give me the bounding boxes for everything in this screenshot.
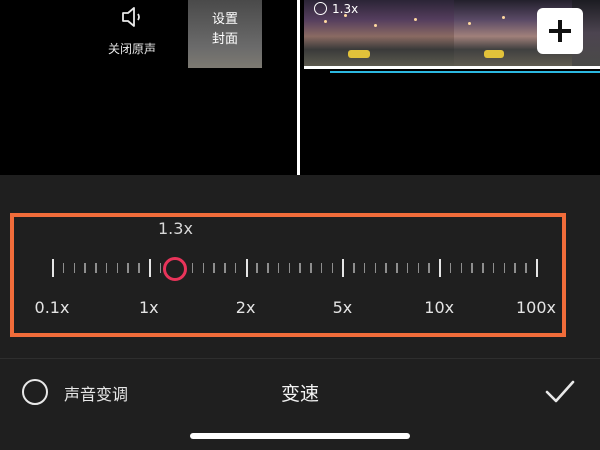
cover-label: 设置 封面 xyxy=(188,10,262,50)
slider-minor-tick xyxy=(73,263,75,273)
clip-speed-text: 1.3x xyxy=(332,2,359,16)
slider-minor-tick xyxy=(374,263,377,273)
mute-label: 关闭原声 xyxy=(107,42,156,56)
slider-minor-tick xyxy=(62,263,65,273)
slider-minor-tick xyxy=(234,263,237,273)
slider-minor-tick xyxy=(105,263,108,273)
slider-scale-label: 0.1x xyxy=(34,298,70,317)
clip-speed-badge: 1.3x xyxy=(314,2,358,16)
slider-minor-tick xyxy=(256,263,258,273)
slider-minor-tick xyxy=(267,263,269,273)
audio-track-line xyxy=(330,71,600,73)
slider-minor-tick xyxy=(471,263,473,273)
slider-minor-tick xyxy=(213,263,215,273)
slider-minor-tick xyxy=(320,263,323,273)
slider-minor-tick xyxy=(138,263,140,273)
cover-label-line2: 封面 xyxy=(211,32,238,47)
slider-minor-tick xyxy=(385,263,387,273)
panel-title: 变速 xyxy=(280,383,319,405)
playhead[interactable] xyxy=(297,0,300,175)
slider-minor-tick xyxy=(396,263,398,273)
slider-minor-tick xyxy=(310,263,312,273)
slider-major-tick xyxy=(52,259,54,277)
slider-minor-tick xyxy=(417,263,420,273)
divider xyxy=(0,358,600,359)
speaker-icon xyxy=(122,7,140,27)
slider-minor-tick xyxy=(202,263,205,273)
slider-major-tick xyxy=(148,259,151,277)
set-cover-button[interactable]: 设置 封面 xyxy=(188,0,262,68)
slider-minor-tick xyxy=(331,263,334,273)
timeline-area: 关闭原声 设置 封面 1.3x xyxy=(0,0,600,175)
slider-minor-tick xyxy=(84,263,86,273)
speed-slider[interactable] xyxy=(0,175,600,335)
slider-minor-tick xyxy=(116,263,119,273)
slider-scale-label: 10x xyxy=(424,298,455,317)
slider-minor-tick xyxy=(277,263,280,273)
slider-minor-tick xyxy=(288,263,291,273)
slider-minor-tick xyxy=(363,263,366,273)
slider-major-tick xyxy=(536,259,538,277)
slider-minor-tick xyxy=(191,263,194,273)
slider-minor-tick xyxy=(449,263,452,273)
slider-scale-label: 100x xyxy=(515,298,557,317)
slider-minor-tick xyxy=(299,263,301,273)
speed-panel: 1.3x 声音变调 变速 0.1x 1x 2x 5x 10x 100x xyxy=(0,175,600,450)
slider-minor-tick xyxy=(406,263,409,273)
slider-major-tick xyxy=(439,259,442,277)
slider-minor-tick xyxy=(224,263,226,273)
slider-scale-label: 2x xyxy=(235,298,256,317)
cover-label-line1: 设置 xyxy=(211,12,238,27)
slider-scale-label: 1x xyxy=(138,298,159,317)
slider-minor-tick xyxy=(95,263,97,273)
add-clip-button[interactable] xyxy=(537,8,583,54)
slider-scale-label: 5x xyxy=(332,298,353,317)
slider-minor-tick xyxy=(503,263,506,273)
slider-minor-tick xyxy=(525,263,527,273)
slider-major-tick xyxy=(342,259,345,277)
slider-minor-tick xyxy=(428,263,430,273)
mute-original-audio-button[interactable]: 关闭原声 xyxy=(100,0,164,60)
slider-minor-tick xyxy=(159,263,162,273)
slider-major-tick xyxy=(245,259,248,277)
slider-minor-tick xyxy=(492,263,495,273)
speed-slider-knob[interactable] xyxy=(163,257,187,281)
slider-minor-tick xyxy=(127,263,129,273)
slider-minor-tick xyxy=(482,263,484,273)
slider-minor-tick xyxy=(353,263,355,273)
checkmark-icon[interactable] xyxy=(544,379,576,405)
slider-minor-tick xyxy=(514,263,516,273)
speed-gauge-icon xyxy=(314,2,327,15)
home-indicator xyxy=(190,433,410,439)
slider-minor-tick xyxy=(460,263,463,273)
